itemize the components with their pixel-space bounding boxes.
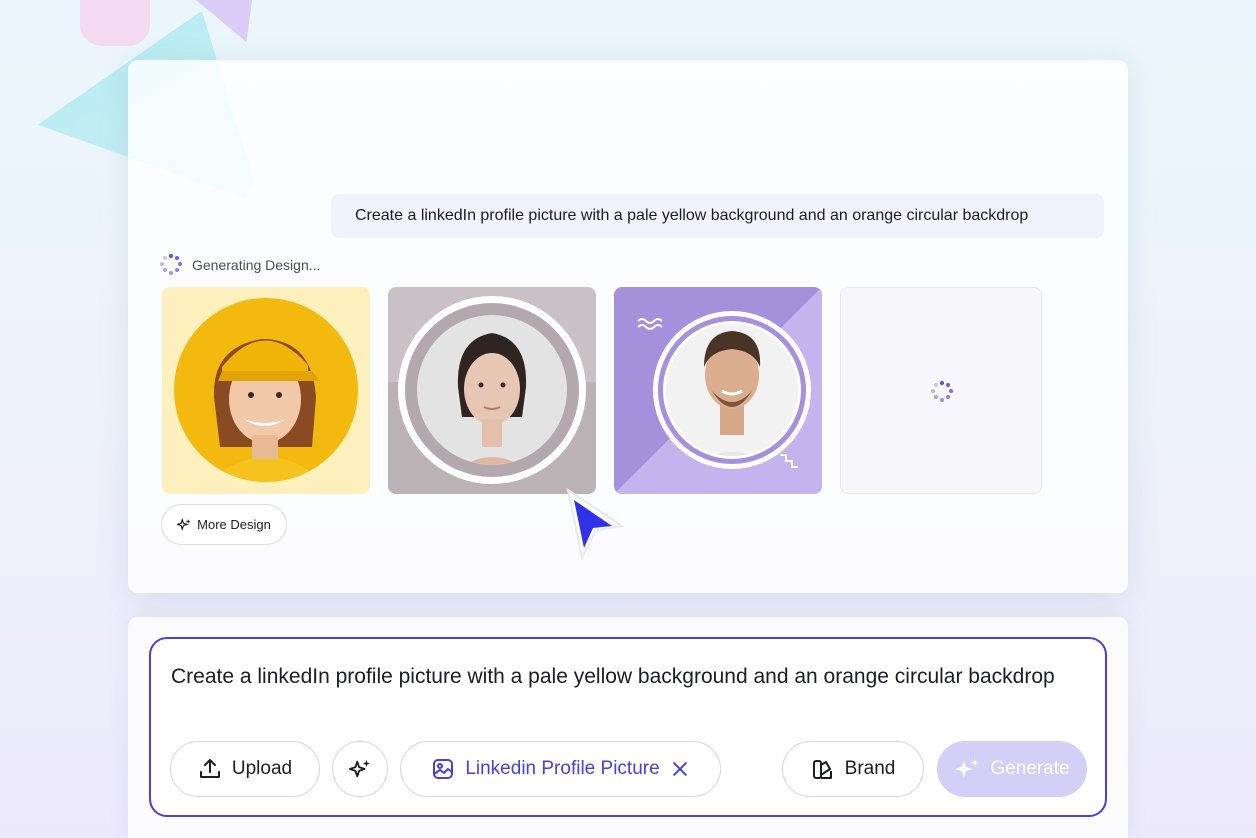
portrait-woman-cap-image	[174, 298, 358, 482]
sparkle-icon	[177, 517, 191, 531]
generating-status: Generating Design...	[160, 254, 320, 276]
design-card-loading	[840, 287, 1042, 494]
design-card-purple[interactable]	[614, 287, 822, 494]
card-loading-spinner-icon	[931, 381, 953, 403]
sparkle-icon	[349, 759, 371, 778]
image-edit-icon	[433, 759, 454, 779]
portrait-woman-gray-image	[388, 296, 596, 494]
user-prompt-text: Create a linkedIn profile picture with a…	[355, 207, 1029, 224]
close-icon[interactable]	[670, 759, 690, 779]
palette-icon	[812, 760, 832, 779]
generating-label: Generating Design...	[192, 257, 321, 273]
design-card-yellow[interactable]	[162, 287, 370, 494]
upload-label: Upload	[231, 758, 293, 779]
upload-button[interactable]: Upload	[170, 741, 320, 797]
decor-shape-pink	[80, 0, 150, 46]
magic-enhance-button[interactable]	[332, 741, 388, 797]
portrait-man-purple-image	[614, 287, 822, 494]
loading-spinner-icon	[160, 254, 182, 276]
brand-label: Brand	[844, 758, 896, 779]
design-card-gray[interactable]	[388, 287, 596, 494]
sparkle-icon	[955, 758, 980, 778]
upload-icon	[199, 759, 220, 778]
pointer-cursor-icon	[566, 487, 625, 562]
template-tag-label: Linkedin Profile Picture	[465, 758, 660, 779]
generate-label: Generate	[990, 758, 1070, 779]
brand-button[interactable]: Brand	[782, 741, 924, 797]
user-prompt-bubble: Create a linkedIn profile picture with a…	[331, 194, 1104, 238]
generate-button[interactable]: Generate	[937, 741, 1087, 797]
prompt-composer[interactable]: Create a linkedIn profile picture with a…	[149, 637, 1107, 817]
more-design-button[interactable]: More Design	[161, 504, 287, 545]
more-design-label: More Design	[197, 517, 271, 532]
template-tag-chip[interactable]: Linkedin Profile Picture	[400, 741, 721, 797]
prompt-input[interactable]: Create a linkedIn profile picture with a…	[171, 661, 1071, 693]
